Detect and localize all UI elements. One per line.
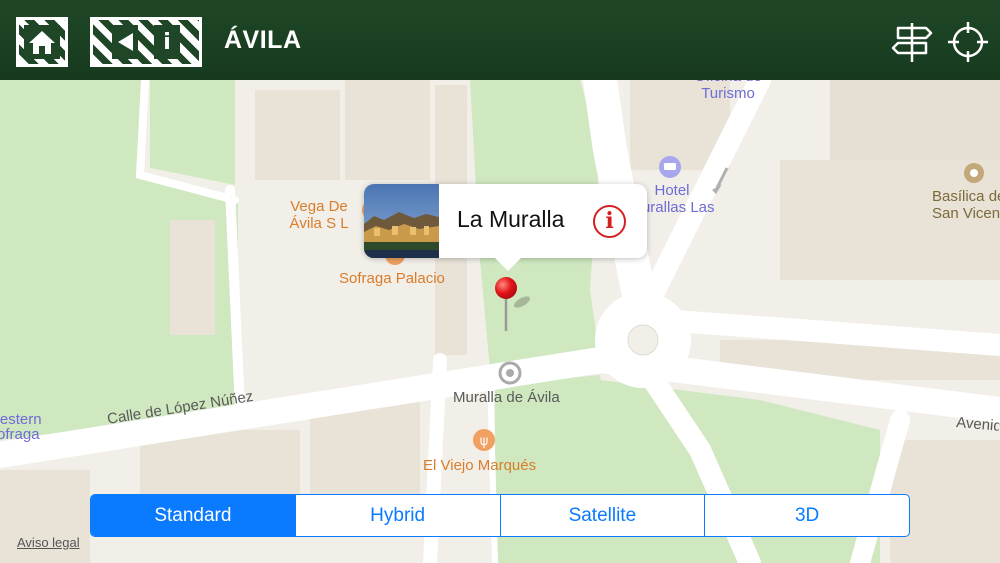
callout-pointer — [493, 256, 523, 271]
poi-label-basilica-line2: San Vicente — [932, 205, 1000, 222]
info-letter-icon: i — [163, 29, 171, 55]
poi-label-basilica-line1: Basílica de — [932, 188, 1000, 205]
home-icon — [29, 31, 55, 54]
street-label-avenida: Avenida — [955, 414, 1000, 435]
map-type-segmented-control: Standard Hybrid Satellite 3D — [90, 494, 910, 537]
poi-label-muralla[interactable]: Muralla de Ávila — [453, 389, 560, 406]
poi-label-vega-line1: Vega De — [290, 198, 348, 215]
crosshair-icon[interactable] — [946, 20, 990, 64]
callout-title: La Muralla — [457, 206, 565, 232]
info-icon[interactable]: i — [593, 205, 626, 238]
poi-label-vega[interactable]: Vega De Ávila S L — [286, 198, 352, 232]
map-type-standard[interactable]: Standard — [91, 495, 295, 536]
poi-label-western[interactable]: Western Sofraga — [0, 412, 42, 442]
back-info-button[interactable]: i — [90, 17, 202, 67]
map-type-3d[interactable]: 3D — [704, 495, 909, 536]
poi-label-vega-line2: Ávila S L — [289, 215, 349, 232]
map-type-hybrid[interactable]: Hybrid — [294, 495, 500, 536]
poi-label-basilica[interactable]: Basílica de San Vicente — [932, 188, 1000, 222]
map-type-satellite[interactable]: Satellite — [499, 495, 705, 536]
place-thumbnail[interactable] — [364, 184, 439, 258]
poi-label-viejo-marques[interactable]: El Viejo Marqués — [423, 457, 536, 474]
back-arrow-icon — [118, 33, 133, 51]
legal-notice-link[interactable]: Aviso legal — [17, 535, 80, 550]
poi-label-oficina-line2: Turismo — [701, 85, 755, 102]
home-button[interactable] — [16, 17, 68, 67]
map-screen: ψ Oficina de Turismo Hotel Murallas Las … — [0, 0, 1000, 563]
svg-text:ψ: ψ — [480, 434, 489, 449]
poi-label-western-line2: Sofraga — [0, 426, 40, 442]
page-title: ÁVILA — [224, 26, 302, 54]
poi-label-sofraga[interactable]: Sofraga Palacio — [339, 270, 445, 287]
top-navigation-bar: i ÁVILA — [0, 0, 1000, 80]
signpost-icon[interactable] — [890, 20, 934, 64]
place-callout[interactable]: La Muralla i — [364, 184, 647, 258]
location-pin-icon[interactable] — [494, 276, 522, 334]
poi-label-western-line1: Western — [0, 412, 42, 428]
